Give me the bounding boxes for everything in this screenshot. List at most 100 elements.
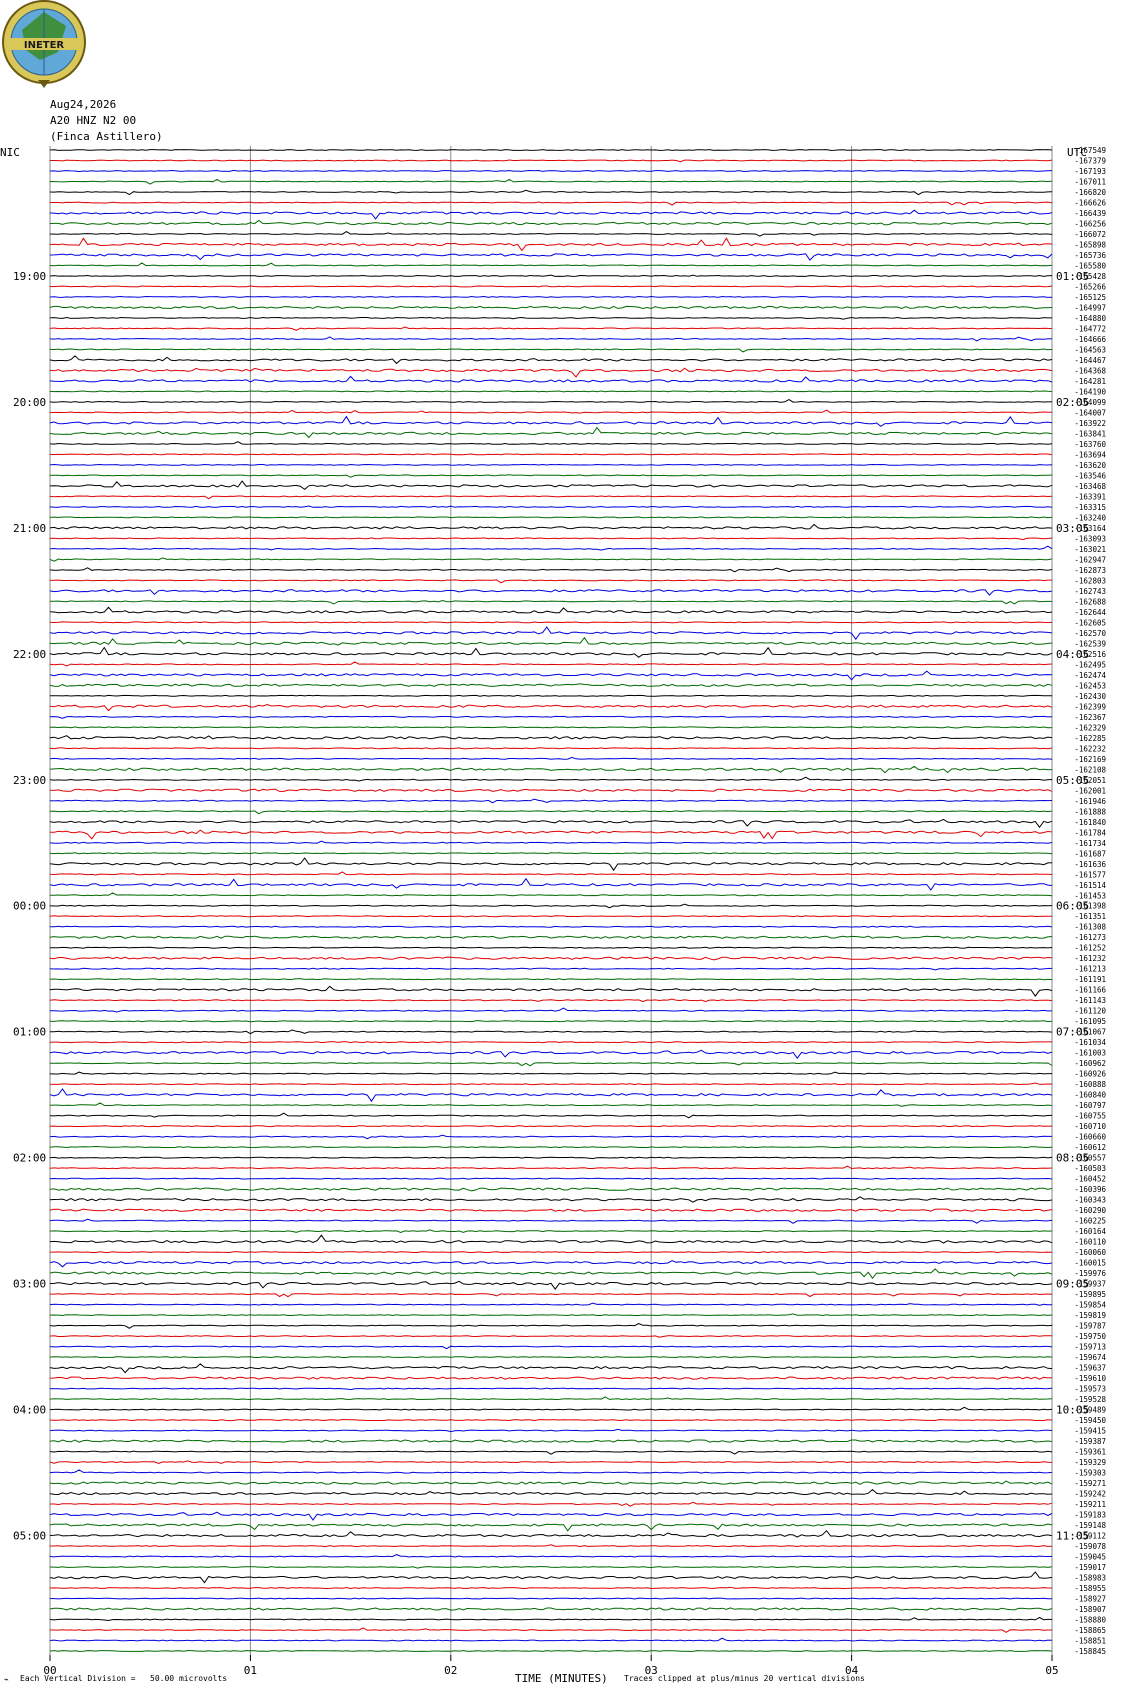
seismic-trace	[49, 285, 1053, 288]
seismic-trace	[49, 589, 1053, 596]
seismic-trace	[50, 829, 1053, 840]
trace-offset-label: -167011	[1074, 177, 1106, 186]
trace-offset-label: -159329	[1074, 1458, 1106, 1467]
scale-icon: ⌁	[4, 1675, 9, 1684]
trace-offset-label: -159450	[1074, 1416, 1106, 1425]
seismic-trace	[49, 474, 1053, 478]
trace-offset-label: -159183	[1074, 1511, 1106, 1520]
seismic-trace	[49, 1355, 1053, 1359]
scale-note: Each Vertical Division = 50.00 microvolt…	[20, 1674, 228, 1683]
seismic-trace	[49, 1134, 1052, 1140]
trace-offset-label: -160060	[1074, 1248, 1106, 1257]
trace-offset-label: -164772	[1074, 324, 1106, 333]
trace-offset-label: -159895	[1074, 1290, 1106, 1299]
seismic-trace	[49, 415, 1053, 427]
seismic-trace	[49, 626, 1053, 641]
trace-offset-label: -159387	[1074, 1437, 1106, 1446]
trace-offset-label: -162474	[1074, 671, 1106, 680]
utc-hour-label: 08:05	[1056, 1152, 1089, 1165]
trace-offset-label: -162495	[1074, 660, 1106, 669]
trace-offset-label: -159674	[1074, 1353, 1106, 1362]
seismic-trace	[49, 1406, 1053, 1411]
seismic-trace	[49, 1125, 1052, 1128]
seismic-trace	[49, 903, 1053, 909]
trace-offset-label: -161308	[1074, 923, 1106, 932]
trace-offset-label: -163391	[1074, 492, 1106, 501]
seismic-trace	[50, 1293, 1053, 1298]
trace-offset-label: -160225	[1074, 1217, 1106, 1226]
seismic-trace	[49, 1616, 1052, 1622]
seismic-trace	[49, 1511, 1053, 1521]
trace-offset-label: -158907	[1074, 1605, 1106, 1614]
trace-offset-label: -160015	[1074, 1259, 1106, 1268]
trace-offset-label: -162873	[1074, 566, 1106, 575]
seismic-trace	[49, 985, 1053, 997]
seismic-trace	[49, 935, 1053, 939]
seismic-trace	[49, 978, 1053, 981]
seismic-trace	[49, 237, 1053, 252]
utc-hour-label: 10:05	[1056, 1404, 1089, 1417]
trace-offset-label: -160660	[1074, 1133, 1106, 1142]
seismic-trace	[49, 661, 1053, 667]
seismic-trace	[49, 1637, 1053, 1642]
trace-offset-label: -161577	[1074, 870, 1106, 879]
trace-offset-label: -164281	[1074, 377, 1106, 386]
trace-offset-label: -162367	[1074, 713, 1106, 722]
trace-offset-label: -166072	[1074, 230, 1106, 239]
seismic-trace	[49, 1345, 1053, 1350]
nic-hour-label: 02:00	[13, 1152, 46, 1165]
seismic-trace	[49, 670, 1053, 681]
utc-hour-label: 05:05	[1056, 774, 1089, 787]
seismic-trace	[49, 326, 1053, 331]
helicorder-plot: -167549-167379-167193-167011-166820-1666…	[0, 146, 1106, 1677]
seismic-trace	[49, 1480, 1053, 1485]
trace-offset-label: -163093	[1074, 534, 1106, 543]
trace-offset-label: -164997	[1074, 303, 1106, 312]
trace-offset-label: -159787	[1074, 1322, 1106, 1331]
trace-offset-label: -161191	[1074, 975, 1106, 984]
seismic-trace	[49, 537, 1053, 541]
trace-offset-label: -161351	[1074, 912, 1106, 921]
seismic-trace	[49, 399, 1053, 403]
seismic-trace	[49, 253, 1053, 261]
nic-hour-label: 21:00	[13, 522, 46, 535]
trace-offset-label: -162399	[1074, 702, 1106, 711]
seismic-trace	[49, 646, 1053, 658]
trace-offset-label: -159211	[1074, 1500, 1106, 1509]
trace-offset-label: -165266	[1074, 282, 1106, 291]
seismic-trace	[49, 877, 1053, 891]
seismic-trace	[49, 1387, 1053, 1391]
seismic-trace	[49, 1177, 1053, 1180]
seismic-trace	[49, 1313, 1053, 1317]
trace-offset-label: -160840	[1074, 1091, 1106, 1100]
seismic-trace	[49, 776, 1053, 782]
nic-hour-label: 05:00	[13, 1530, 46, 1543]
seismic-trace	[49, 1523, 1053, 1532]
seismic-trace	[49, 694, 1052, 697]
seismic-trace	[50, 1501, 1053, 1507]
trace-offset-label: -162644	[1074, 608, 1106, 617]
left-timezone-label: NIC	[0, 146, 20, 159]
trace-offset-label: -161514	[1074, 881, 1106, 890]
seismic-trace	[49, 1029, 1053, 1035]
seismic-trace	[49, 1650, 1053, 1652]
trace-offset-label: -159078	[1074, 1542, 1106, 1551]
trace-offset-label: -161252	[1074, 944, 1106, 953]
seismic-trace	[49, 1469, 1053, 1474]
seismic-trace	[49, 1323, 1053, 1329]
trace-offset-label: -162570	[1074, 629, 1106, 638]
seismic-trace	[49, 495, 1053, 500]
trace-offset-label: -159017	[1074, 1563, 1106, 1572]
seismic-trace	[49, 1302, 1052, 1306]
seismic-trace	[49, 788, 1053, 792]
trace-offset-label: -161003	[1074, 1049, 1106, 1058]
trace-offset-label: -164880	[1074, 314, 1106, 323]
trace-offset-label: -163315	[1074, 503, 1106, 512]
seismic-trace	[49, 1112, 1053, 1119]
seismic-trace	[49, 1187, 1053, 1192]
trace-offset-label: -163620	[1074, 461, 1106, 470]
seismic-trace	[49, 1376, 1053, 1380]
right-timezone-label: UTC	[1067, 146, 1087, 159]
trace-offset-label: -158845	[1074, 1647, 1106, 1656]
seismic-trace	[49, 747, 1053, 750]
